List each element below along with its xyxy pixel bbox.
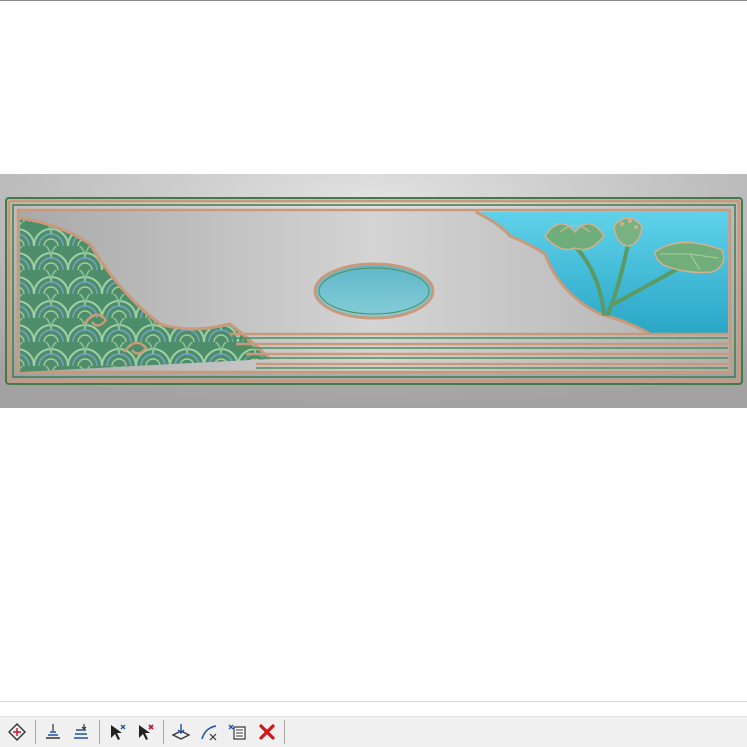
delete-button[interactable]	[254, 720, 280, 744]
toolbar-separator	[99, 720, 100, 744]
align-layers-icon	[74, 724, 88, 739]
list-properties-button[interactable]	[224, 720, 250, 744]
deselect-arrow-button[interactable]	[132, 720, 158, 744]
select-arrow-icon	[111, 724, 126, 740]
project-down-icon	[171, 724, 191, 740]
align-baseline-button[interactable]	[40, 720, 66, 744]
diamond-node-button[interactable]	[4, 720, 30, 744]
3d-viewport[interactable]	[0, 1, 747, 701]
bottom-toolbar	[0, 716, 747, 747]
diamond-node-icon	[8, 723, 26, 741]
curve-edit-button[interactable]	[196, 720, 222, 744]
toolbar-separator	[284, 720, 285, 744]
select-arrow-button[interactable]	[104, 720, 130, 744]
align-baseline-icon	[46, 724, 60, 739]
list-properties-icon	[228, 724, 246, 740]
project-down-button[interactable]	[168, 720, 194, 744]
toolbar-separator	[35, 720, 36, 744]
delete-icon	[259, 724, 275, 740]
toolbar-separator	[163, 720, 164, 744]
relief-carving-panel[interactable]	[0, 174, 747, 408]
deselect-arrow-icon	[139, 724, 154, 740]
oval-medallion	[313, 262, 435, 320]
align-layers-button[interactable]	[68, 720, 94, 744]
curve-edit-icon	[201, 725, 217, 741]
status-separator	[0, 701, 747, 702]
